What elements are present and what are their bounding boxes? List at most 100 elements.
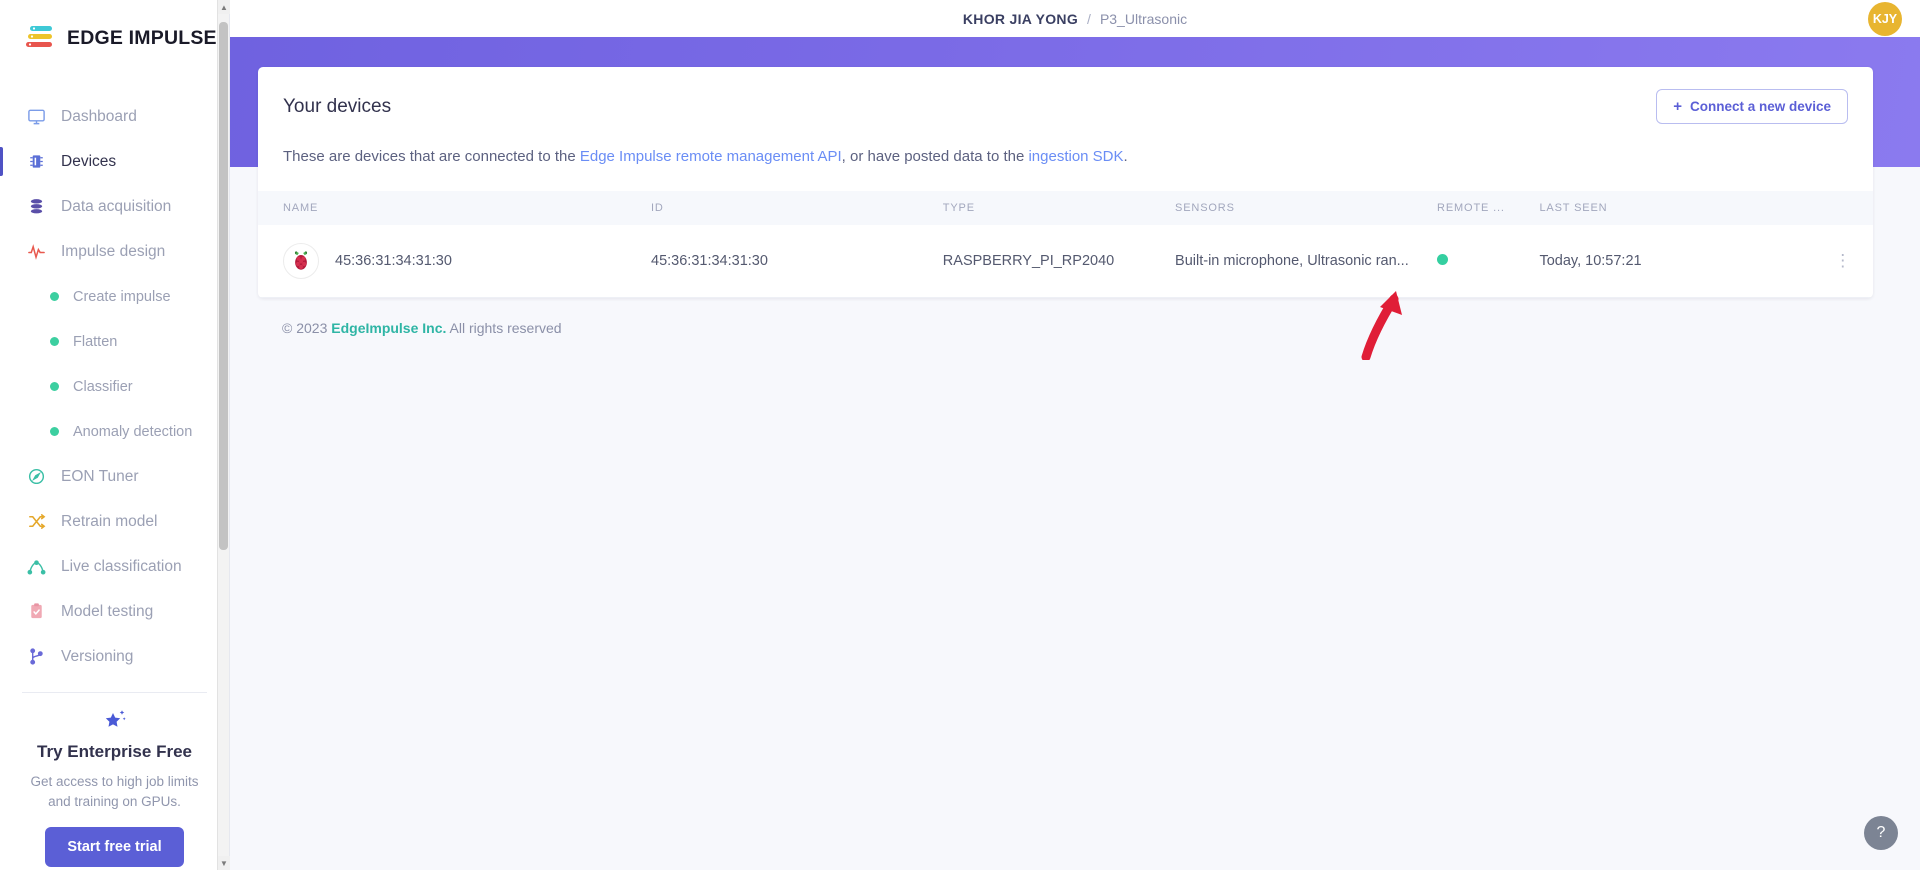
devices-table: NAME ID TYPE SENSORS REMOTE ... LAST SEE… [258, 191, 1873, 298]
sidebar-item-retrain-model[interactable]: Retrain model [0, 499, 229, 544]
promo-description: Get access to high job limits and traini… [30, 774, 199, 809]
sidebar-item-label: Retrain model [61, 512, 158, 530]
brand-name: EDGE IMPULSE [67, 26, 217, 49]
column-header-sensors: SENSORS [1175, 202, 1235, 214]
column-header-actions [1813, 191, 1873, 225]
connect-new-device-button[interactable]: + Connect a new device [1656, 89, 1848, 124]
sidebar-item-versioning[interactable]: Versioning [0, 634, 229, 679]
sidebar-item-model-testing[interactable]: Model testing [0, 589, 229, 634]
branch-icon [26, 647, 46, 667]
description-text-2: , or have posted data to the [841, 148, 1029, 165]
chip-icon [26, 152, 46, 172]
sidebar-item-dashboard[interactable]: Dashboard [0, 94, 229, 139]
device-name: 45:36:31:34:31:30 [335, 253, 452, 269]
kebab-menu-icon[interactable]: ⋮ [1813, 225, 1873, 298]
table-header: NAME ID TYPE SENSORS REMOTE ... LAST SEE… [258, 191, 1873, 225]
green-dot-icon [50, 382, 59, 392]
main-area: KHOR JIA YONG / P3_Ultrasonic KJY Your d… [230, 0, 1920, 870]
connect-button-label: Connect a new device [1689, 99, 1831, 114]
cell-remote-management [1437, 225, 1540, 298]
card-description: These are devices that are connected to … [258, 142, 1873, 191]
avatar[interactable]: KJY [1868, 1, 1902, 36]
card-header: Your devices + Connect a new device [258, 67, 1873, 142]
sidebar-item-devices[interactable]: Devices [0, 139, 229, 184]
sidebar-item-flatten[interactable]: Flatten [0, 319, 229, 364]
footer-copyright: © 2023 [282, 320, 328, 336]
ingestion-sdk-link[interactable]: ingestion SDK [1028, 148, 1123, 165]
cell-name: 45:36:31:34:31:30 [258, 225, 652, 298]
sidebar-item-label: Impulse design [61, 242, 166, 260]
sparkle-star-icon [18, 707, 211, 738]
sidebar-item-classifier[interactable]: Classifier [0, 364, 229, 409]
scroll-down-arrow-icon[interactable]: ▼ [218, 856, 230, 870]
pulse-icon [26, 242, 46, 262]
sidebar-subitem-label: Flatten [73, 333, 118, 350]
cell-id: 45:36:31:34:31:30 [651, 225, 943, 298]
green-dot-icon [50, 427, 59, 437]
sidebar: EDGE IMPULSE Dashboard Devices Data acqu… [0, 0, 230, 870]
table-row[interactable]: 45:36:31:34:31:30 45:36:31:34:31:30 RASP… [258, 225, 1873, 298]
brand-logo[interactable]: EDGE IMPULSE [0, 0, 229, 57]
clipboard-check-icon [26, 602, 46, 622]
sidebar-item-label: Devices [61, 152, 117, 170]
scroll-up-arrow-icon[interactable]: ▲ [218, 0, 230, 14]
breadcrumb: KHOR JIA YONG / P3_Ultrasonic [963, 11, 1187, 27]
sidebar-item-anomaly-detection[interactable]: Anomaly detection [0, 409, 229, 454]
table-body: 45:36:31:34:31:30 45:36:31:34:31:30 RASP… [258, 225, 1873, 298]
breadcrumb-user[interactable]: KHOR JIA YONG [963, 11, 1078, 27]
sidebar-item-create-impulse[interactable]: Create impulse [0, 274, 229, 319]
sidebar-item-label: Data acquisition [61, 197, 172, 215]
raspberry-pi-icon [283, 243, 319, 279]
sidebar-item-label: EON Tuner [61, 467, 139, 485]
column-header-id: ID [651, 202, 664, 214]
breadcrumb-separator: / [1087, 10, 1091, 27]
footer: © 2023 EdgeImpulse Inc. All rights reser… [258, 298, 1873, 336]
question-mark-icon: ? [1876, 824, 1886, 841]
help-button[interactable]: ? [1864, 816, 1898, 850]
promo-title: Try Enterprise Free [37, 742, 192, 762]
sidebar-nav: Dashboard Devices Data acquisition Impul… [0, 94, 229, 870]
sidebar-subitem-label: Anomaly detection [73, 423, 193, 440]
sidebar-item-label: Model testing [61, 602, 154, 620]
cell-last-seen: Today, 10:57:21 [1539, 225, 1814, 298]
sidebar-item-live-classification[interactable]: Live classification [0, 544, 229, 589]
content-area: Your devices + Connect a new device Thes… [230, 37, 1920, 870]
sidebar-subitem-label: Create impulse [73, 288, 171, 305]
start-free-trial-button[interactable]: Start free trial [45, 827, 184, 868]
database-icon [26, 197, 46, 217]
column-header-last-seen: LAST SEEN [1539, 202, 1608, 214]
sidebar-subitem-label: Classifier [73, 378, 133, 395]
page-title: Your devices [283, 95, 392, 117]
description-text-3: . [1123, 148, 1128, 165]
column-header-name: NAME [283, 202, 319, 214]
column-header-type: TYPE [942, 202, 975, 214]
cell-sensors: Built-in microphone, Ultrasonic ran... [1175, 225, 1438, 298]
description-text-1: These are devices that are connected to … [283, 148, 580, 165]
live-graph-icon [26, 557, 46, 577]
status-badge [1437, 254, 1449, 265]
edge-impulse-logo-icon [26, 25, 56, 51]
column-header-remote-management: REMOTE ... [1437, 202, 1505, 214]
sidebar-item-eon-tuner[interactable]: EON Tuner [0, 454, 229, 499]
footer-rights: All rights reserved [449, 320, 562, 336]
green-dot-icon [50, 337, 59, 347]
scrollbar-thumb[interactable] [219, 22, 228, 550]
cell-type: RASPBERRY_PI_RP2040 [942, 225, 1176, 298]
sidebar-item-label: Versioning [61, 647, 134, 665]
sidebar-scrollbar[interactable]: ▲ ▼ [217, 0, 230, 870]
footer-company: EdgeImpulse Inc. [331, 320, 447, 336]
top-bar: KHOR JIA YONG / P3_Ultrasonic KJY [230, 0, 1920, 37]
enterprise-promo: Try Enterprise Free Get access to high j… [0, 693, 229, 870]
remote-management-api-link[interactable]: Edge Impulse remote management API [580, 148, 842, 165]
sidebar-item-data-acquisition[interactable]: Data acquisition [0, 184, 229, 229]
sidebar-item-label: Dashboard [61, 107, 137, 125]
shuffle-icon [26, 512, 46, 532]
devices-card: Your devices + Connect a new device Thes… [258, 67, 1873, 298]
breadcrumb-project[interactable]: P3_Ultrasonic [1100, 11, 1187, 27]
compass-icon [26, 467, 46, 487]
sidebar-item-label: Live classification [61, 557, 182, 575]
sidebar-item-impulse-design[interactable]: Impulse design [0, 229, 229, 274]
monitor-icon [26, 107, 46, 127]
plus-icon: + [1673, 98, 1682, 115]
green-dot-icon [50, 292, 59, 302]
